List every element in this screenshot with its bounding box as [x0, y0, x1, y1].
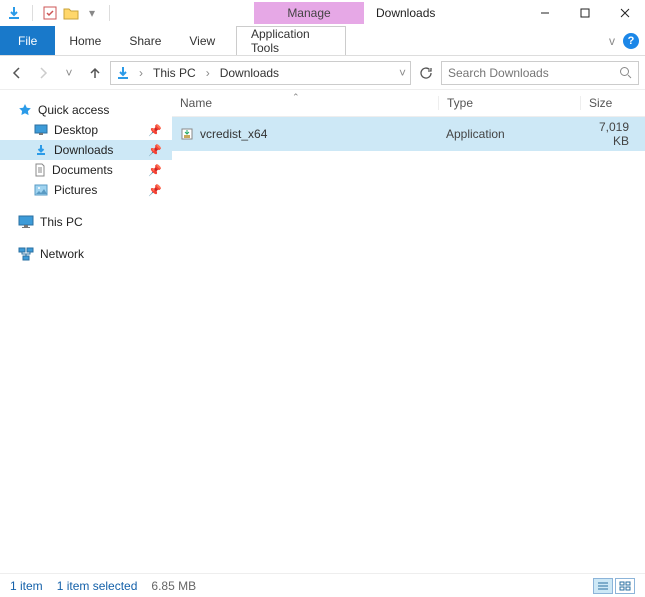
installer-icon — [180, 127, 194, 141]
downloads-arrow-icon — [6, 5, 22, 21]
qat-dropdown-icon[interactable]: ▾ — [85, 6, 99, 20]
sidebar-quick-access[interactable]: Quick access — [0, 100, 172, 120]
sidebar-item-label: Documents — [52, 163, 113, 177]
sidebar-item-label: Desktop — [54, 123, 98, 137]
status-bar: 1 item 1 item selected 6.85 MB — [0, 573, 645, 597]
close-button[interactable] — [605, 0, 645, 26]
sidebar-this-pc[interactable]: This PC — [0, 212, 172, 232]
documents-icon — [34, 163, 46, 177]
minimize-button[interactable] — [525, 0, 565, 26]
network-icon — [18, 247, 34, 261]
pin-icon: 📌 — [148, 184, 162, 197]
desktop-icon — [34, 124, 48, 136]
sort-indicator-icon: ⌃ — [292, 92, 300, 103]
breadcrumb-downloads[interactable]: Downloads — [218, 66, 281, 80]
tab-view[interactable]: View — [175, 26, 229, 55]
sidebar-item-label: Downloads — [54, 143, 113, 157]
pin-icon: 📌 — [148, 164, 162, 177]
sidebar-network[interactable]: Network — [0, 244, 172, 264]
status-item-count: 1 item — [10, 579, 43, 593]
file-list: Name ⌃ Type Size vcredist_x64 Applicatio… — [172, 90, 645, 573]
breadcrumb-this-pc[interactable]: This PC — [151, 66, 198, 80]
sidebar-item-downloads[interactable]: Downloads 📌 — [0, 140, 172, 160]
navigation-pane: Quick access Desktop 📌 Downloads 📌 — [0, 90, 172, 573]
address-bar[interactable]: This PC Downloads ˅ — [110, 61, 411, 85]
sidebar-item-label: Quick access — [38, 103, 109, 117]
sidebar-item-label: Network — [40, 247, 84, 261]
properties-icon[interactable] — [43, 6, 57, 20]
folder-icon[interactable] — [63, 5, 79, 21]
back-button[interactable] — [6, 62, 28, 84]
star-icon — [18, 103, 32, 117]
view-toggles — [593, 578, 635, 594]
help-icon[interactable]: ? — [623, 33, 639, 49]
tab-home[interactable]: Home — [55, 26, 115, 55]
main-area: Quick access Desktop 📌 Downloads 📌 — [0, 90, 645, 573]
file-row[interactable]: vcredist_x64 Application 7,019 KB — [172, 117, 645, 151]
ribbon-tabs: File Home Share View Application Tools v… — [0, 26, 645, 56]
tab-share[interactable]: Share — [115, 26, 175, 55]
search-icon[interactable] — [619, 66, 632, 79]
column-header-type[interactable]: Type — [438, 96, 580, 110]
details-view-button[interactable] — [593, 578, 613, 594]
pin-icon: 📌 — [148, 144, 162, 157]
file-name-label: vcredist_x64 — [200, 127, 267, 141]
column-header-size[interactable]: Size — [580, 96, 641, 110]
quick-access-toolbar: ▾ — [0, 5, 114, 21]
minimize-ribbon-icon[interactable]: v — [609, 34, 615, 48]
recent-locations-dropdown[interactable]: ˅ — [58, 62, 80, 84]
sidebar-item-pictures[interactable]: Pictures 📌 — [0, 180, 172, 200]
location-icon — [115, 65, 131, 81]
file-size-label: 7,019 KB — [580, 120, 641, 148]
tab-application-tools[interactable]: Application Tools — [236, 26, 346, 55]
column-headers: Name ⌃ Type Size — [172, 90, 645, 117]
search-box[interactable] — [441, 61, 639, 85]
maximize-button[interactable] — [565, 0, 605, 26]
title-bar: ▾ Manage Downloads — [0, 0, 645, 26]
monitor-icon — [18, 215, 34, 229]
refresh-button[interactable] — [415, 62, 437, 84]
window-title: Downloads — [376, 6, 435, 20]
sidebar-item-label: Pictures — [54, 183, 97, 197]
up-button[interactable] — [84, 62, 106, 84]
sidebar-item-desktop[interactable]: Desktop 📌 — [0, 120, 172, 140]
sidebar-item-label: This PC — [40, 215, 83, 229]
forward-button[interactable] — [32, 62, 54, 84]
tab-file[interactable]: File — [0, 26, 55, 55]
thumbnails-view-button[interactable] — [615, 578, 635, 594]
window-controls — [525, 0, 645, 26]
column-header-name[interactable]: Name — [180, 96, 438, 110]
status-selection-count: 1 item selected — [57, 579, 138, 593]
address-dropdown-icon[interactable]: ˅ — [399, 66, 406, 80]
downloads-icon — [34, 143, 48, 157]
contextual-tab-manage[interactable]: Manage — [254, 2, 364, 24]
status-selection-size: 6.85 MB — [151, 579, 196, 593]
file-type-label: Application — [438, 127, 580, 141]
pin-icon: 📌 — [148, 124, 162, 137]
search-input[interactable] — [448, 66, 619, 80]
pictures-icon — [34, 184, 48, 196]
sidebar-item-documents[interactable]: Documents 📌 — [0, 160, 172, 180]
navigation-bar: ˅ This PC Downloads ˅ — [0, 56, 645, 90]
